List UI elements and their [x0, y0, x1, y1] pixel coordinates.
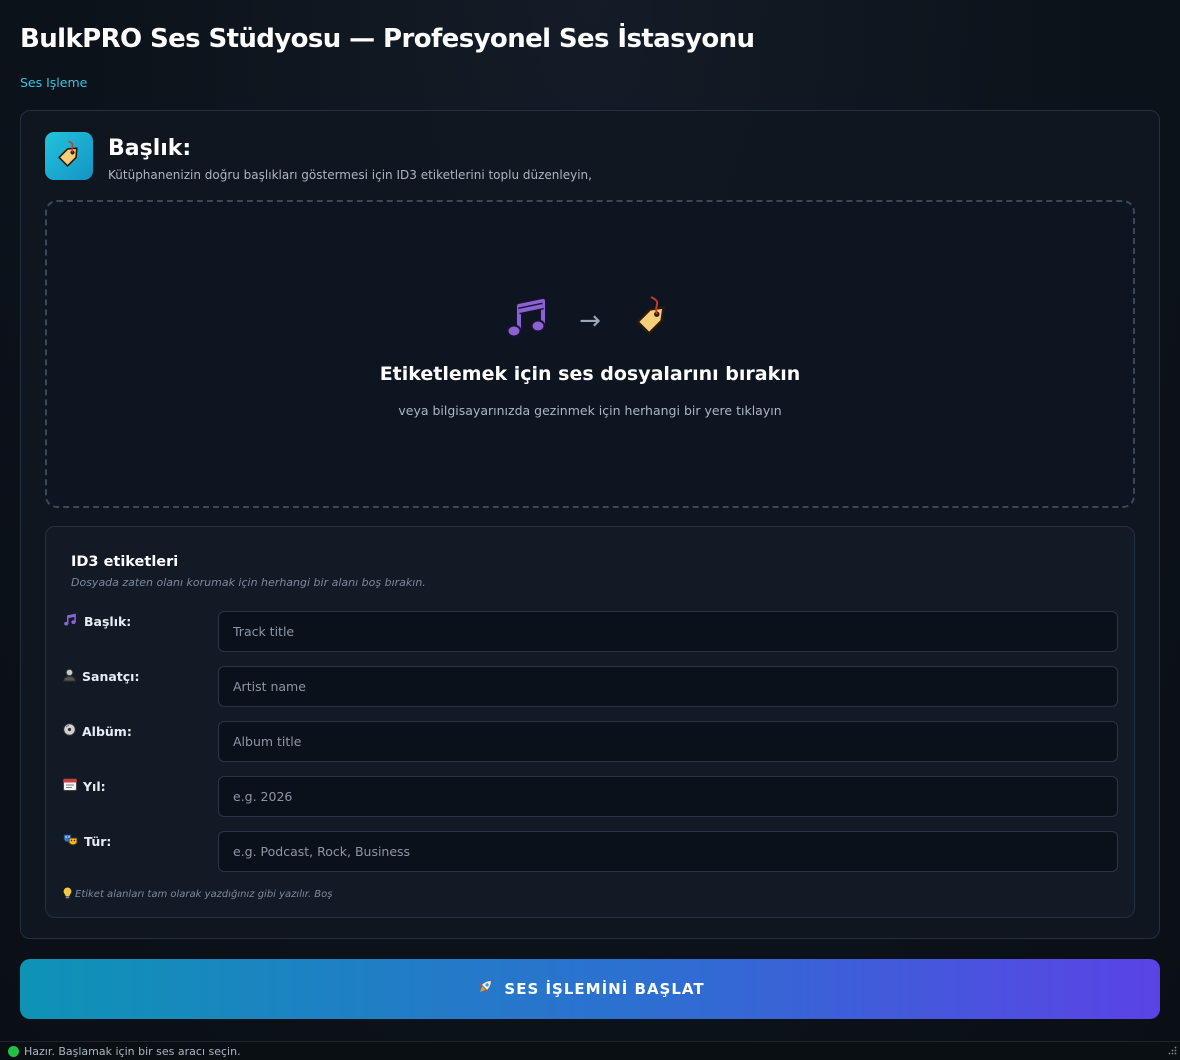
- music-note-icon: [505, 296, 551, 346]
- status-bar: Hazır. Başlamak için bir ses aracı seçin…: [0, 1041, 1180, 1060]
- dropzone-subtitle: veya bilgisayarınızda gezinmek için herh…: [398, 403, 782, 418]
- album-field-label: Albüm:: [63, 723, 132, 739]
- tag-icon: [629, 296, 675, 346]
- artist-input[interactable]: [218, 666, 1118, 707]
- title-input[interactable]: [218, 611, 1118, 652]
- arrow-right-icon: →: [579, 306, 601, 336]
- calendar-icon: [63, 778, 77, 794]
- dropzone-icons: →: [47, 296, 1133, 346]
- disc-icon: [63, 723, 76, 739]
- id3-section-hint: Dosyada zaten olanı korumak için herhang…: [71, 576, 426, 589]
- rocket-icon: [475, 977, 495, 1001]
- tool-title: Başlık:: [108, 136, 192, 161]
- status-indicator: [8, 1045, 19, 1057]
- genre-field-label: Tür:: [63, 833, 111, 850]
- title-field-label: Başlık:: [63, 613, 131, 630]
- status-text: Hazır. Başlamak için bir ses aracı seçin…: [24, 1044, 241, 1058]
- tool-panel: Başlık: Kütüphanenizin doğru başlıkları …: [20, 110, 1160, 939]
- tag-icon: [45, 132, 93, 180]
- theater-masks-icon: [63, 833, 78, 850]
- breadcrumb[interactable]: Ses Işleme: [20, 75, 87, 90]
- resize-grip-icon[interactable]: [1168, 1045, 1177, 1058]
- id3-footer-note: Etiket alanları tam olarak yazdığınız gi…: [63, 887, 333, 902]
- id3-tags-section: ID3 etiketleri Dosyada zaten olanı korum…: [45, 526, 1135, 918]
- genre-input[interactable]: [218, 831, 1118, 872]
- start-processing-button[interactable]: SES İŞLEMİNİ BAŞLAT: [20, 959, 1160, 1019]
- dropzone-title: Etiketlemek için ses dosyalarını bırakın: [379, 363, 801, 385]
- tool-description: Kütüphanenizin doğru başlıkları gösterme…: [108, 168, 592, 182]
- page-title: BulkPRO Ses Stüdyosu — Profesyonel Ses İ…: [20, 24, 755, 54]
- id3-section-title: ID3 etiketleri: [71, 554, 179, 570]
- start-button-label: SES İŞLEMİNİ BAŞLAT: [504, 980, 705, 998]
- music-note-icon: [63, 613, 78, 630]
- year-field-label: Yıl:: [63, 778, 106, 794]
- album-input[interactable]: [218, 721, 1118, 762]
- singer-icon: [63, 668, 76, 685]
- lightbulb-icon: [63, 887, 72, 902]
- file-dropzone[interactable]: → Etiketlemek için ses dosyalarını bırak…: [45, 200, 1135, 508]
- year-input[interactable]: [218, 776, 1118, 817]
- artist-field-label: Sanatçı:: [63, 668, 139, 685]
